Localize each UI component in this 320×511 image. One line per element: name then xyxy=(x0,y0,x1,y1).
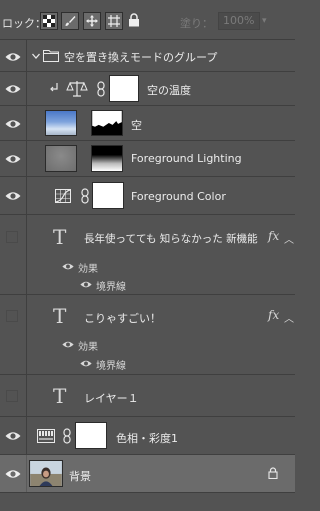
column-divider xyxy=(26,375,27,416)
layer-mask-thumbnail[interactable] xyxy=(92,182,124,209)
move-arrows-icon xyxy=(86,15,98,27)
sky-mask-thumbnail[interactable] xyxy=(91,110,123,136)
layer-row-sky[interactable]: 空 xyxy=(0,106,295,141)
column-divider xyxy=(26,177,27,214)
fill-dropdown-icon[interactable]: ▾ xyxy=(262,16,267,26)
effects-collapse-icon[interactable]: ︿ xyxy=(284,231,294,246)
padlock-icon[interactable] xyxy=(268,467,278,479)
layer-name: 背景 xyxy=(69,470,91,483)
lock-position-button[interactable] xyxy=(83,12,101,30)
text-layer-icon: T xyxy=(53,225,67,249)
layer-name: 長年使ってても 知らなかった 新機能 xyxy=(84,233,258,245)
fill-label: 塗り： xyxy=(180,17,213,30)
effects-label: 効果 xyxy=(78,342,98,353)
column-divider xyxy=(26,215,27,294)
foreground-lighting-mask-thumbnail[interactable] xyxy=(91,145,123,172)
layer-row-sky-temperature[interactable]: 空の温度 xyxy=(0,72,295,106)
layer-name: Foreground Lighting xyxy=(131,152,242,165)
fill-input[interactable]: 100% xyxy=(218,12,260,30)
layer-mask-thumbnail[interactable] xyxy=(75,422,107,449)
column-divider xyxy=(26,141,27,176)
layer-row-text-2[interactable]: T こりゃすごい！ fx ︿ 効果 境界線 xyxy=(0,295,295,375)
visibility-toggle-empty[interactable] xyxy=(6,231,18,243)
layer-row-text-3[interactable]: T レイヤー１ xyxy=(0,375,295,417)
effects-visibility-eye-icon[interactable] xyxy=(62,262,74,271)
artboard-icon xyxy=(108,15,120,27)
visibility-eye-icon[interactable] xyxy=(5,118,21,130)
lock-toolbar: ロック： 塗り： 100% ▾ xyxy=(0,0,295,40)
layer-name: 空を置き換えモードのグループ xyxy=(64,51,218,64)
visibility-toggle-empty[interactable] xyxy=(6,390,18,402)
layer-name: Foreground Color xyxy=(131,190,226,203)
layer-row-text-1[interactable]: T 長年使ってても 知らなかった 新機能 fx ︿ 効果 境界線 xyxy=(0,215,295,295)
fx-icon[interactable]: fx xyxy=(268,229,279,243)
visibility-eye-icon[interactable] xyxy=(5,153,21,165)
layer-name: 色相・彩度1 xyxy=(116,432,178,445)
folder-icon xyxy=(43,50,59,62)
text-layer-icon: T xyxy=(53,304,67,328)
visibility-eye-icon[interactable] xyxy=(5,83,21,95)
chain-link-icon[interactable] xyxy=(62,428,72,444)
visibility-eye-icon[interactable] xyxy=(5,190,21,202)
fx-icon[interactable]: fx xyxy=(268,308,279,322)
column-divider xyxy=(26,40,27,71)
visibility-eye-icon[interactable] xyxy=(5,468,21,480)
background-image-thumbnail[interactable] xyxy=(29,460,63,487)
lock-image-pixels-button[interactable] xyxy=(61,12,79,30)
stroke-visibility-eye-icon[interactable] xyxy=(80,359,92,368)
chain-link-icon[interactable] xyxy=(96,81,106,97)
layer-mask-thumbnail[interactable] xyxy=(109,75,139,102)
layer-name: レイヤー１ xyxy=(84,392,139,405)
layer-name: 空の温度 xyxy=(147,84,191,97)
effects-collapse-icon[interactable]: ︿ xyxy=(284,310,294,325)
layer-row-hue-saturation[interactable]: 色相・彩度1 xyxy=(0,417,295,455)
column-divider xyxy=(26,417,27,454)
visibility-toggle-empty[interactable] xyxy=(6,310,18,322)
balance-scale-icon xyxy=(66,81,88,97)
text-layer-icon: T xyxy=(53,384,67,408)
column-divider xyxy=(26,72,27,105)
clipping-mask-arrow-icon xyxy=(50,83,58,92)
layer-row-foreground-lighting[interactable]: Foreground Lighting xyxy=(0,141,295,177)
column-divider xyxy=(26,295,27,374)
layer-row-foreground-color[interactable]: Foreground Color xyxy=(0,177,295,215)
brush-icon xyxy=(65,16,76,26)
column-divider xyxy=(26,455,27,492)
layer-name: こりゃすごい！ xyxy=(84,312,161,325)
effect-stroke-label: 境界線 xyxy=(96,282,126,293)
visibility-eye-icon[interactable] xyxy=(5,430,21,442)
effect-stroke-label: 境界線 xyxy=(96,361,126,372)
chevron-down-icon[interactable] xyxy=(31,51,41,61)
layer-row-background[interactable]: 背景 xyxy=(0,455,295,493)
lock-transparent-pixels-button[interactable] xyxy=(40,12,58,30)
chain-link-icon[interactable] xyxy=(80,188,90,204)
column-divider xyxy=(26,106,27,140)
sky-image-thumbnail[interactable] xyxy=(45,110,77,136)
effects-label: 効果 xyxy=(78,264,98,275)
foreground-lighting-thumbnail[interactable] xyxy=(45,145,77,172)
layer-name: 空 xyxy=(131,119,142,132)
lock-artboard-button[interactable] xyxy=(105,12,123,30)
checkerboard-icon xyxy=(43,15,55,27)
hue-saturation-adjustment-icon xyxy=(37,429,55,443)
padlock-icon xyxy=(129,13,139,27)
curves-adjustment-icon xyxy=(55,189,71,203)
stroke-visibility-eye-icon[interactable] xyxy=(80,280,92,289)
layer-row-group[interactable]: 空を置き換えモードのグループ xyxy=(0,40,295,72)
lock-all-button[interactable] xyxy=(128,13,140,30)
effects-visibility-eye-icon[interactable] xyxy=(62,340,74,349)
visibility-eye-icon[interactable] xyxy=(5,51,21,63)
